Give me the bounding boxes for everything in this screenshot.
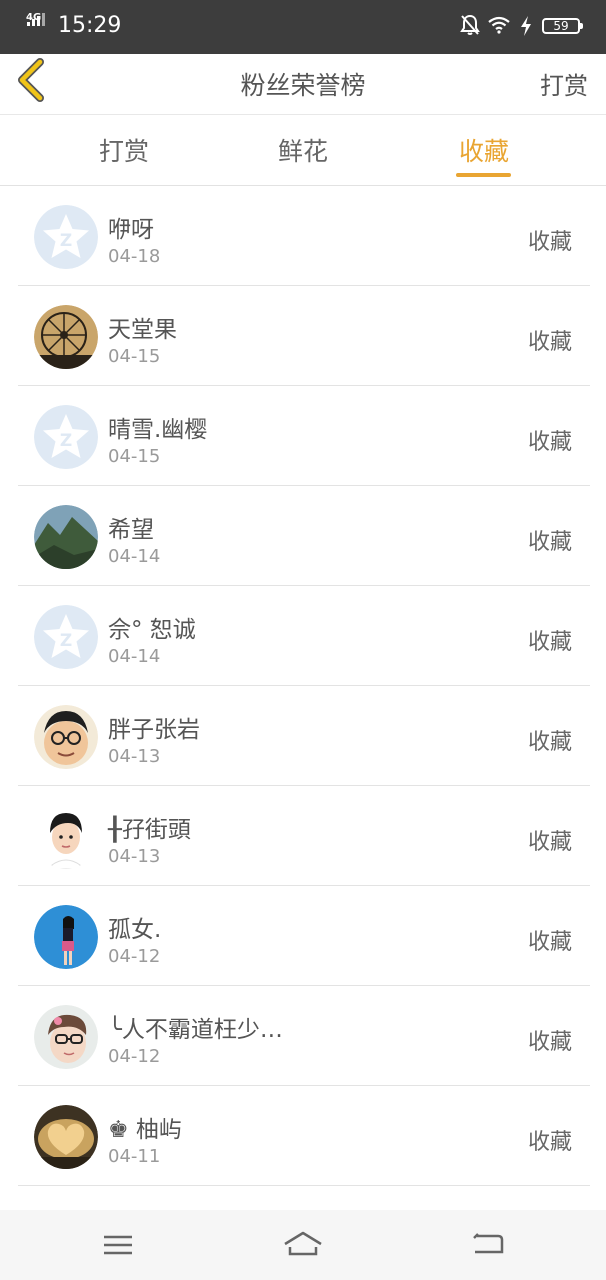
user-name: 咿呀: [108, 217, 154, 243]
bell-mute-icon: [460, 14, 480, 35]
wifi-icon: [488, 16, 510, 34]
action-label: 收藏: [527, 1030, 572, 1055]
default-qq-avatar: Z: [34, 205, 98, 269]
svg-text:Z: Z: [60, 631, 72, 651]
action-label: 收藏: [527, 1130, 572, 1155]
user-name: ╂孖街頭: [108, 817, 191, 843]
fan-list: Z 咿呀 04-18 收藏 天堂果 04-15 收藏 Z 晴雪.幽樱 04-15…: [18, 186, 590, 1186]
list-item[interactable]: ╰人不霸道枉少… 04-12 收藏: [18, 986, 590, 1086]
list-item[interactable]: Z 佘° 恕诚 04-14 收藏: [18, 586, 590, 686]
battery-icon: 59: [542, 18, 583, 34]
default-qq-avatar: Z: [34, 405, 98, 469]
user-name: 晴雪.幽樱: [108, 417, 208, 443]
action-label: 收藏: [527, 430, 572, 455]
list-item[interactable]: 胖子张岩 04-13 收藏: [18, 686, 590, 786]
tab-reward[interactable]: 打赏: [64, 132, 184, 168]
svg-text:Z: Z: [60, 431, 72, 451]
cartoon-man-avatar: [34, 705, 98, 769]
list-item[interactable]: 天堂果 04-15 收藏: [18, 286, 590, 386]
date: 04-12: [108, 946, 161, 967]
home-button[interactable]: [281, 1224, 325, 1268]
user-name: 孤女.: [108, 917, 162, 943]
list-item[interactable]: Z 咿呀 04-18 收藏: [18, 186, 590, 286]
date: 04-13: [108, 846, 161, 867]
page-title: 粉丝荣誉榜: [240, 71, 366, 100]
action-label: 收藏: [527, 630, 572, 655]
ferris-wheel-avatar: [34, 305, 98, 369]
date: 04-15: [108, 346, 161, 367]
charging-icon: [521, 16, 531, 36]
date: 04-12: [108, 1046, 161, 1067]
status-bar: 4G 15:29 59: [0, 0, 606, 54]
girl-blue-avatar: [34, 905, 98, 969]
list-item[interactable]: ♚ 柚屿 04-11 收藏: [18, 1086, 590, 1186]
reward-link[interactable]: 打赏: [540, 66, 588, 101]
action-label: 收藏: [527, 330, 572, 355]
battery-level: 59: [553, 19, 569, 33]
landscape-avatar: [34, 505, 98, 569]
user-name: 胖子张岩: [108, 717, 200, 743]
action-label: 收藏: [527, 830, 572, 855]
action-label: 收藏: [527, 230, 572, 255]
user-name: 佘° 恕诚: [108, 617, 196, 643]
svg-text:Z: Z: [60, 231, 72, 251]
back-icon: [473, 1233, 504, 1254]
glasses-child-avatar: [34, 1005, 98, 1069]
default-qq-avatar: Z: [34, 605, 98, 669]
home-icon: [284, 1231, 322, 1256]
action-label: 收藏: [527, 930, 572, 955]
tab-flowers[interactable]: 鲜花: [243, 132, 363, 168]
list-item[interactable]: ╂孖街頭 04-13 收藏: [18, 786, 590, 886]
date: 04-14: [108, 546, 161, 567]
list-item[interactable]: 孤女. 04-12 收藏: [18, 886, 590, 986]
date: 04-14: [108, 646, 161, 667]
menu-icon: [104, 1235, 132, 1255]
signal-icon: 4G: [26, 12, 50, 38]
action-label: 收藏: [527, 730, 572, 755]
system-nav-bar: [0, 1210, 606, 1280]
date: 04-18: [108, 246, 161, 267]
list-item[interactable]: 希望 04-14 收藏: [18, 486, 590, 586]
heart-avatar: [34, 1105, 98, 1169]
tab-bar: 打赏 鲜花 收藏: [0, 115, 606, 186]
menu-button[interactable]: [96, 1224, 140, 1268]
date: 04-15: [108, 446, 161, 467]
active-tab-indicator: [456, 173, 511, 177]
app-header: 粉丝荣誉榜 打赏: [0, 54, 606, 115]
list-item[interactable]: Z 晴雪.幽樱 04-15 收藏: [18, 386, 590, 486]
cartoon-boy-avatar: [34, 805, 98, 869]
date: 04-11: [108, 1146, 161, 1167]
user-name: ♚ 柚屿: [108, 1117, 182, 1143]
user-name: 天堂果: [108, 317, 177, 343]
user-name: 希望: [108, 517, 154, 543]
tab-favorites[interactable]: 收藏: [424, 132, 544, 168]
user-name: ╰人不霸道枉少…: [108, 1017, 283, 1043]
action-label: 收藏: [527, 530, 572, 555]
date: 04-13: [108, 746, 161, 767]
clock: 15:29: [58, 13, 122, 38]
back-nav-button[interactable]: [466, 1224, 510, 1268]
